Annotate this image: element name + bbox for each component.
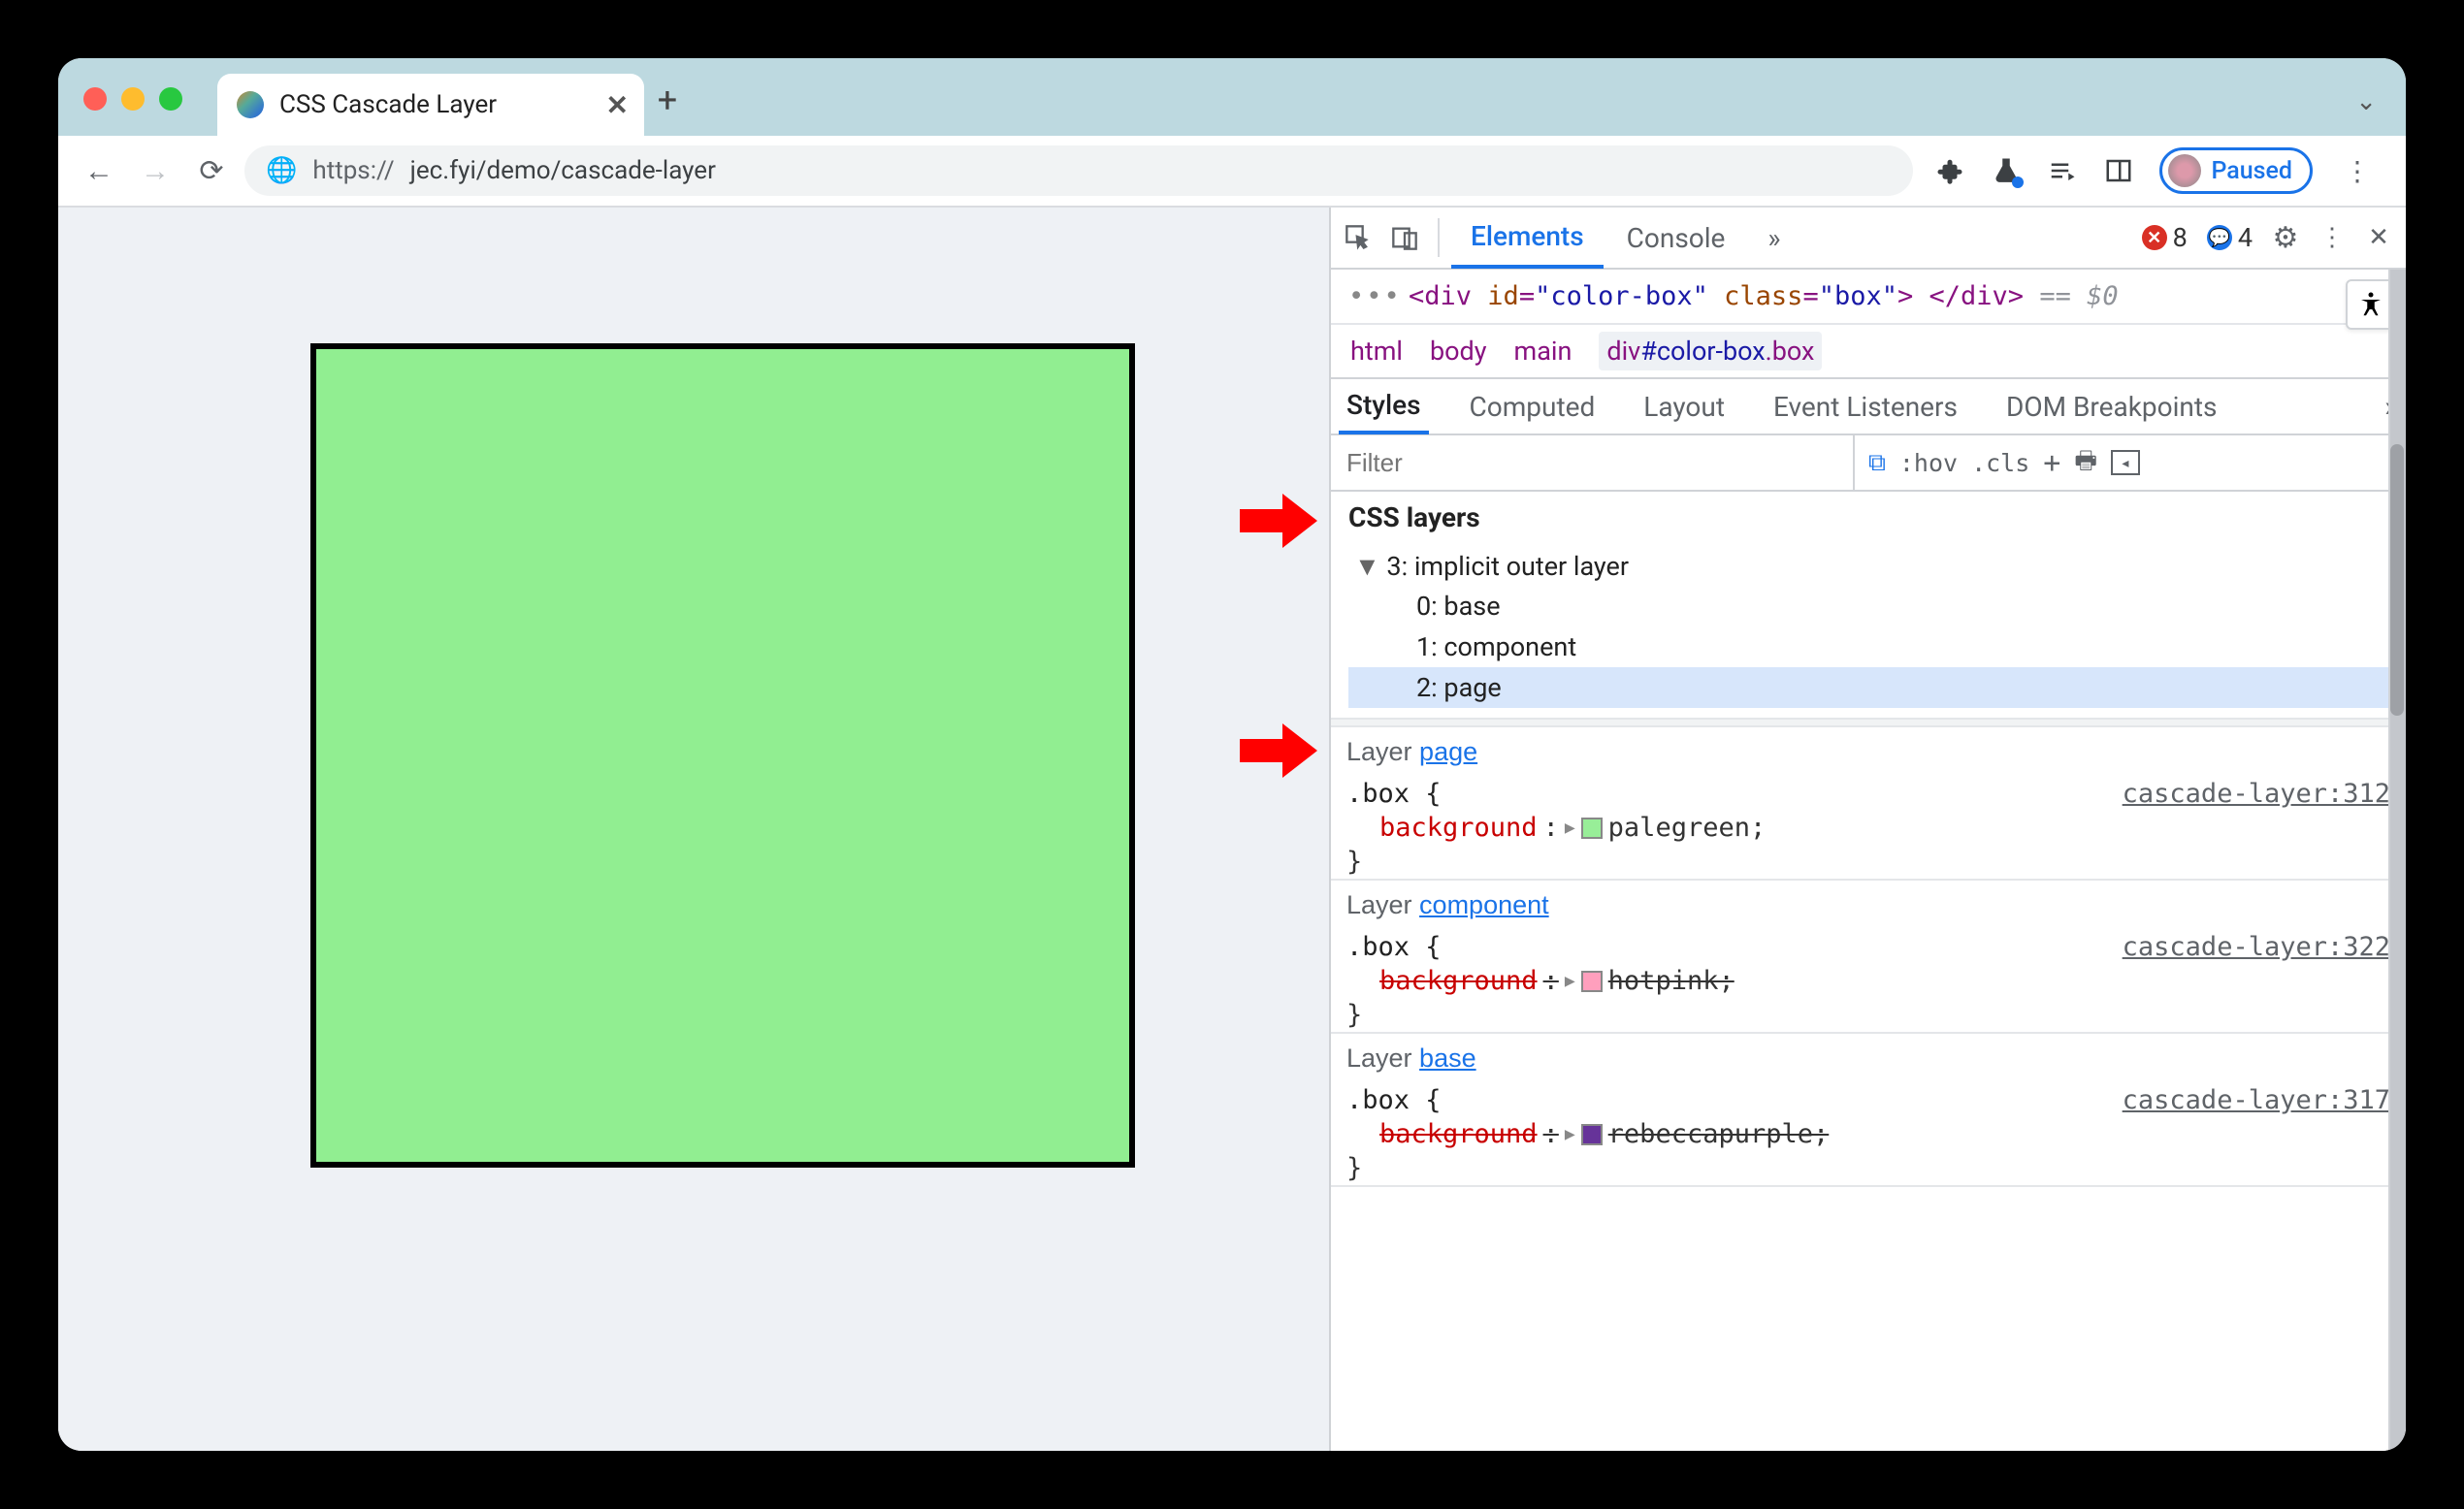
style-rule: Layer page.box { cascade-layer:312backgro… <box>1331 727 2406 881</box>
playlist-icon[interactable] <box>2047 155 2078 186</box>
layer-root[interactable]: 3: implicit outer layer <box>1348 547 2406 586</box>
subtab-dom-breakpoints[interactable]: DOM Breakpoints <box>1998 378 2225 434</box>
site-info-icon[interactable]: 🌐 <box>266 156 297 185</box>
devtools-toolbar: Elements Console » ✕8 💬4 ⚙ ⋮ ✕ <box>1331 208 2406 270</box>
inspect-element-icon[interactable] <box>1337 216 1379 259</box>
styles-filter-input[interactable] <box>1331 435 1855 490</box>
url-protocol: https:// <box>312 156 394 185</box>
url-path: jec.fyi/demo/cascade-layer <box>410 156 716 185</box>
extensions-puzzle-icon[interactable] <box>1934 155 1965 186</box>
device-toggle-icon[interactable] <box>1383 216 1426 259</box>
address-bar[interactable]: 🌐 https:// jec.fyi/demo/cascade-layer <box>244 145 1913 196</box>
devtools-menu-icon[interactable]: ⋮ <box>2311 216 2353 259</box>
rule-property[interactable]: background: ▶ hotpink; <box>1331 964 2406 998</box>
dom-breadcrumb[interactable]: html body main div#color-box.box <box>1331 325 2406 379</box>
tab-close-button[interactable]: ✕ <box>606 89 629 121</box>
toggle-sidebar-icon[interactable]: ◂ <box>2111 450 2140 475</box>
panel-icon[interactable] <box>2103 155 2134 186</box>
rule-close-brace: } <box>1331 998 2406 1032</box>
layer-page[interactable]: 2: page <box>1348 667 2406 708</box>
browser-menu-button[interactable]: ⋮ <box>2338 155 2377 187</box>
tab-list-chevron-icon[interactable]: ⌄ <box>2355 87 2406 136</box>
page-viewport <box>58 208 1329 1451</box>
style-rule: Layer base.box { cascade-layer:317backgro… <box>1331 1034 2406 1187</box>
layers-toggle-icon[interactable]: ⧉ <box>1868 448 1886 477</box>
rule-close-brace: } <box>1331 845 2406 879</box>
back-button[interactable]: ← <box>76 147 122 194</box>
new-tab-button[interactable]: + <box>644 80 691 136</box>
styles-subtabs: Styles Computed Layout Event Listeners D… <box>1331 379 2406 435</box>
style-rule: Layer component.box { cascade-layer:322ba… <box>1331 881 2406 1034</box>
subtab-styles[interactable]: Styles <box>1339 378 1429 434</box>
window-controls <box>58 87 208 136</box>
window-close-button[interactable] <box>83 87 107 111</box>
profile-paused-chip[interactable]: Paused <box>2159 147 2313 194</box>
cls-toggle[interactable]: .cls <box>1971 449 2029 477</box>
rule-source-link[interactable]: cascade-layer:312 <box>2123 779 2390 809</box>
rule-source-link[interactable]: cascade-layer:322 <box>2123 932 2390 962</box>
tab-elements[interactable]: Elements <box>1451 207 1604 269</box>
rule-selector[interactable]: .box { <box>1346 779 1442 809</box>
toolbar: ← → ⟳ 🌐 https:// jec.fyi/demo/cascade-lay… <box>58 136 2406 208</box>
title-bar: CSS Cascade Layer ✕ + ⌄ <box>58 58 2406 136</box>
crumb-html[interactable]: html <box>1350 336 1403 367</box>
crumb-body[interactable]: body <box>1430 336 1487 367</box>
rule-layer-heading: Layer base <box>1331 1034 2406 1083</box>
browser-window: CSS Cascade Layer ✕ + ⌄ ← → ⟳ 🌐 https://… <box>58 58 2406 1451</box>
layer-link[interactable]: page <box>1419 737 1477 766</box>
favicon-icon <box>237 91 264 118</box>
layer-base[interactable]: 0: base <box>1348 586 2406 626</box>
print-media-icon[interactable]: 🖶 <box>2074 442 2097 484</box>
tab-console[interactable]: Console <box>1607 207 1745 269</box>
subtab-event-listeners[interactable]: Event Listeners <box>1766 378 1965 434</box>
color-box <box>310 343 1135 1168</box>
subtab-computed[interactable]: Computed <box>1462 378 1604 434</box>
rule-layer-heading: Layer component <box>1331 881 2406 930</box>
callout-arrow-icon <box>1240 722 1317 780</box>
browser-tab[interactable]: CSS Cascade Layer ✕ <box>217 74 644 136</box>
layer-link[interactable]: base <box>1419 1043 1476 1073</box>
layer-component[interactable]: 1: component <box>1348 626 2406 667</box>
avatar-icon <box>2168 154 2201 187</box>
rule-property[interactable]: background: ▶ palegreen; <box>1331 811 2406 845</box>
css-layers-heading: CSS layers <box>1331 492 2406 543</box>
tab-title: CSS Cascade Layer <box>279 90 591 119</box>
new-style-rule-icon[interactable]: + <box>2043 446 2060 480</box>
tab-more-chevron-icon[interactable]: » <box>1748 207 1799 269</box>
error-badge[interactable]: ✕8 <box>2134 222 2195 253</box>
devtools-close-icon[interactable]: ✕ <box>2357 216 2400 259</box>
css-layers-tree: 3: implicit outer layer 0: base 1: compo… <box>1331 543 2406 718</box>
color-swatch-icon[interactable] <box>1581 818 1603 839</box>
devtools-panel: Elements Console » ✕8 💬4 ⚙ ⋮ ✕ ••• <div … <box>1329 208 2406 1451</box>
devtools-scrollbar[interactable] <box>2388 270 2406 1451</box>
hov-toggle[interactable]: :hov <box>1899 449 1958 477</box>
subtab-layout[interactable]: Layout <box>1636 378 1733 434</box>
styles-filter-row: ⧉ :hov .cls + 🖶 ◂ <box>1331 435 2406 492</box>
settings-gear-icon[interactable]: ⚙ <box>2264 216 2307 259</box>
forward-button[interactable]: → <box>132 147 178 194</box>
reload-button[interactable]: ⟳ <box>188 147 235 194</box>
rule-selector[interactable]: .box { <box>1346 932 1442 962</box>
window-maximize-button[interactable] <box>159 87 182 111</box>
messages-badge[interactable]: 💬4 <box>2199 222 2260 253</box>
color-swatch-icon[interactable] <box>1581 971 1603 992</box>
layer-link[interactable]: component <box>1419 890 1549 919</box>
rule-property[interactable]: background: ▶ rebeccapurple; <box>1331 1117 2406 1151</box>
callout-arrow-icon <box>1240 492 1317 550</box>
crumb-selected[interactable]: div#color-box.box <box>1599 332 1822 370</box>
crumb-main[interactable]: main <box>1514 336 1572 367</box>
window-minimize-button[interactable] <box>121 87 145 111</box>
color-swatch-icon[interactable] <box>1581 1124 1603 1145</box>
rule-selector[interactable]: .box { <box>1346 1085 1442 1115</box>
rule-layer-heading: Layer page <box>1331 727 2406 777</box>
flask-icon[interactable] <box>1991 155 2022 186</box>
extension-icons: Paused ⋮ <box>1923 147 2388 194</box>
ellipsis-icon[interactable]: ••• <box>1348 281 1402 311</box>
dom-selected-node[interactable]: ••• <div id="color-box" class="box"> </d… <box>1331 270 2406 325</box>
rule-source-link[interactable]: cascade-layer:317 <box>2123 1085 2390 1115</box>
rule-close-brace: } <box>1331 1151 2406 1185</box>
paused-label: Paused <box>2211 157 2292 185</box>
